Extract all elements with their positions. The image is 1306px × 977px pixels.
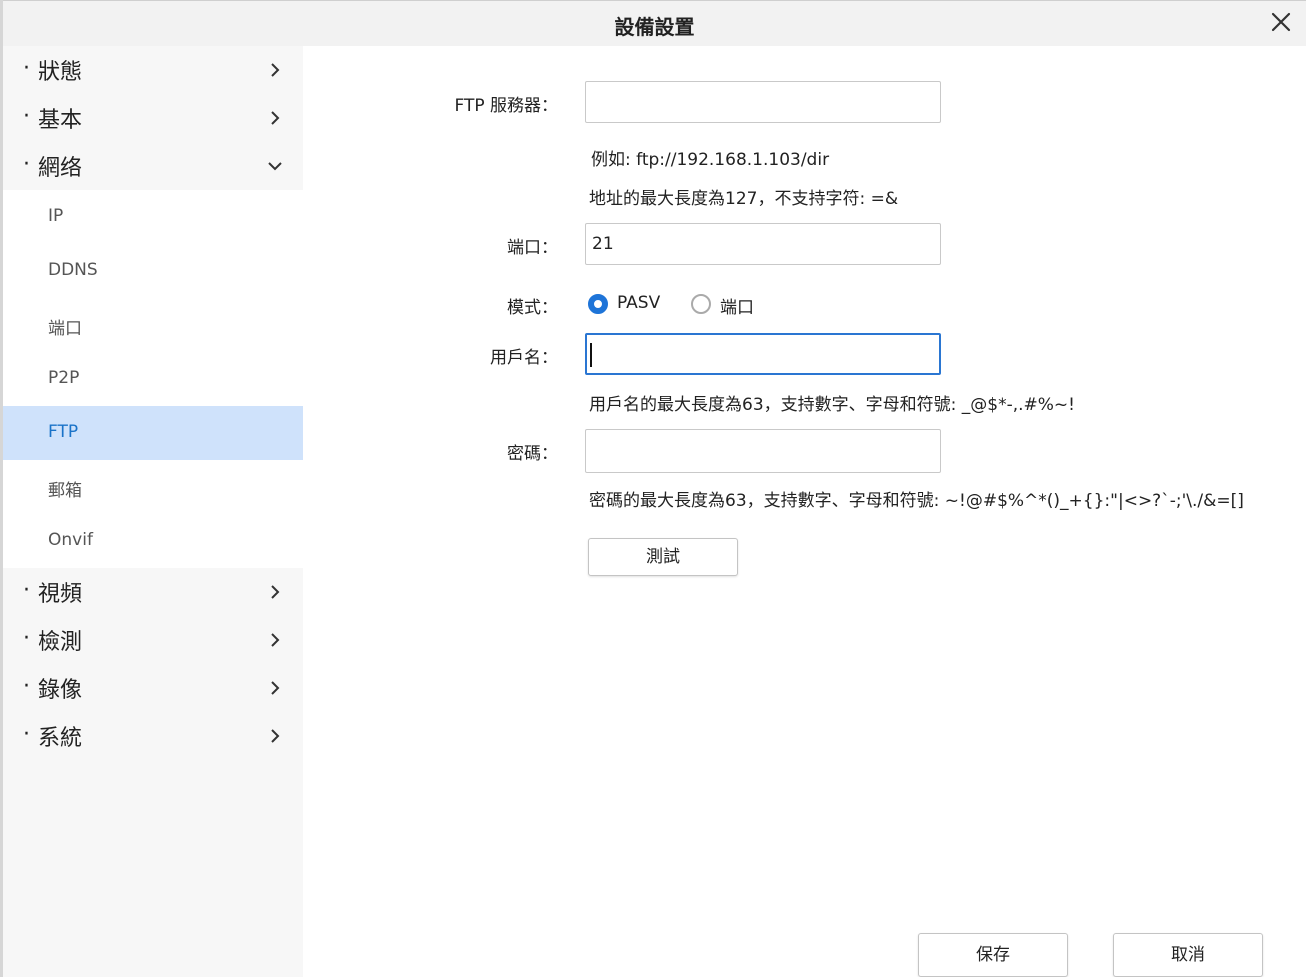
sidebar-category-video[interactable]: · 視頻: [3, 568, 303, 616]
sidebar-item-onvif[interactable]: Onvif: [3, 514, 303, 568]
bullet-dot: ·: [23, 152, 30, 177]
radio-port-label[interactable]: 端口: [720, 293, 754, 318]
bullet-dot: ·: [23, 104, 30, 129]
settings-sidebar: · 狀態 · 基本 · 網络 IP DDNS 端口 P2P FTP 郵箱 Onv…: [3, 46, 303, 977]
sidebar-item-p2p[interactable]: P2P: [3, 352, 303, 406]
sidebar-category-network[interactable]: · 網络: [3, 142, 303, 190]
sidebar-item-email[interactable]: 郵箱: [3, 460, 303, 514]
ftp-settings-panel: FTP 服務器： 例如: ftp://192.168.1.103/dir 地址的…: [303, 46, 1306, 977]
sidebar-item-label: IP: [48, 206, 64, 226]
ftp-server-hint: 地址的最大長度為127，不支持字符: =&: [589, 189, 899, 209]
password-input[interactable]: [585, 429, 941, 473]
username-hint: 用戶名的最大長度為63，支持數字、字母和符號: _@$*-,.#%~!: [589, 395, 1075, 415]
sidebar-category-label: 系統: [38, 726, 83, 751]
port-input[interactable]: [585, 223, 941, 265]
bullet-dot: ·: [23, 578, 30, 603]
close-icon[interactable]: [1268, 9, 1294, 35]
test-button[interactable]: 測試: [588, 538, 738, 576]
ftp-server-example: 例如: ftp://192.168.1.103/dir: [591, 150, 830, 170]
text-caret: [590, 343, 592, 367]
save-button[interactable]: 保存: [918, 933, 1068, 977]
mode-label: 模式：: [507, 298, 558, 318]
bullet-dot: ·: [23, 722, 30, 747]
chevron-right-icon: [271, 681, 280, 695]
password-label: 密碼：: [507, 444, 558, 464]
radio-pasv-icon[interactable]: [588, 294, 608, 314]
radio-pasv-label[interactable]: PASV: [617, 293, 660, 313]
sidebar-category-label: 錄像: [38, 678, 83, 703]
bullet-dot: ·: [23, 674, 30, 699]
sidebar-item-label: 端口: [48, 319, 82, 339]
cancel-button[interactable]: 取消: [1113, 933, 1263, 977]
sidebar-category-label: 檢測: [38, 630, 83, 655]
sidebar-category-detection[interactable]: · 檢測: [3, 616, 303, 664]
sidebar-item-ip[interactable]: IP: [3, 190, 303, 244]
sidebar-item-label: 郵箱: [48, 481, 82, 501]
sidebar-item-label: FTP: [48, 422, 79, 442]
sidebar-category-label: 狀態: [38, 60, 83, 85]
dialog-title: 設備設置: [614, 15, 695, 39]
sidebar-category-recording[interactable]: · 錄像: [3, 664, 303, 712]
sidebar-category-label: 視頻: [38, 582, 83, 607]
username-input[interactable]: [585, 333, 941, 375]
sidebar-item-ddns[interactable]: DDNS: [3, 244, 303, 298]
bullet-dot: ·: [23, 626, 30, 651]
dialog-titlebar: 設備設置: [3, 1, 1306, 46]
radio-port-icon[interactable]: [691, 294, 711, 314]
chevron-right-icon: [271, 111, 280, 125]
chevron-down-icon: [268, 162, 282, 171]
sidebar-category-system[interactable]: · 系統: [3, 712, 303, 760]
sidebar-category-label: 網络: [38, 156, 83, 181]
ftp-server-input[interactable]: [585, 81, 941, 123]
port-label: 端口：: [507, 238, 558, 258]
chevron-right-icon: [271, 729, 280, 743]
sidebar-item-label: DDNS: [48, 260, 98, 280]
sidebar-category-label: 基本: [38, 108, 83, 133]
sidebar-item-label: P2P: [48, 368, 80, 388]
sidebar-category-basic[interactable]: · 基本: [3, 94, 303, 142]
chevron-right-icon: [271, 585, 280, 599]
chevron-right-icon: [271, 633, 280, 647]
username-label: 用戶名：: [490, 348, 558, 368]
sidebar-category-status[interactable]: · 狀態: [3, 46, 303, 94]
sidebar-item-ftp[interactable]: FTP: [3, 406, 303, 460]
sidebar-item-port[interactable]: 端口: [3, 298, 303, 352]
bullet-dot: ·: [23, 56, 30, 81]
sidebar-item-label: Onvif: [48, 530, 93, 550]
password-hint: 密碼的最大長度為63，支持數字、字母和符號: ~!@#$%^*()_+{}:"|…: [589, 491, 1244, 511]
ftp-server-label: FTP 服務器：: [454, 96, 558, 116]
chevron-right-icon: [271, 63, 280, 77]
